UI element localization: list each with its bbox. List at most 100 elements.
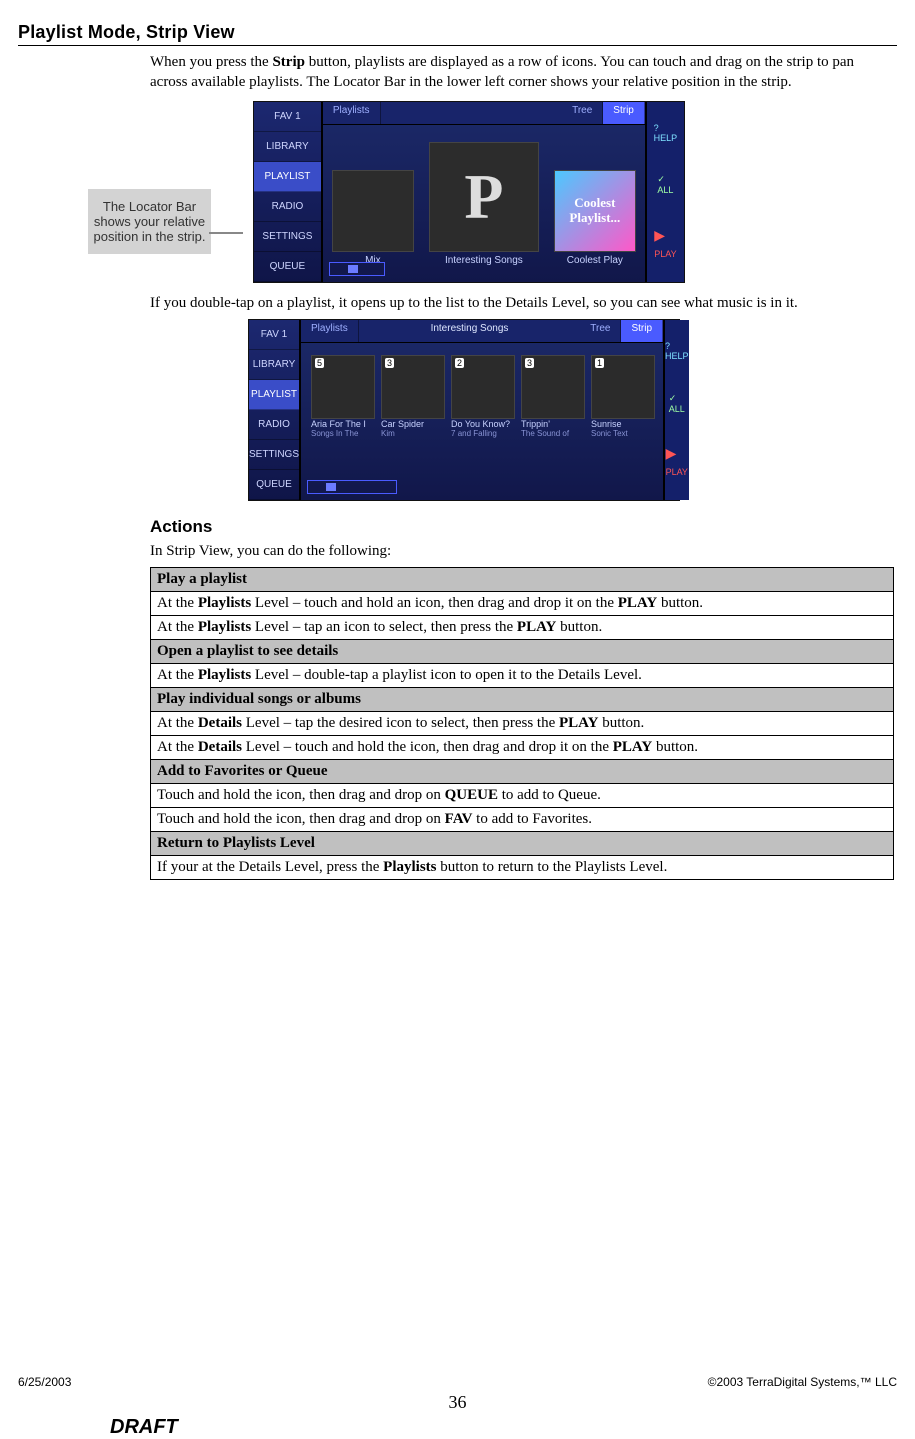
locator-bar	[307, 480, 397, 494]
table-row: Play individual songs or albums	[151, 688, 894, 712]
song-subtitle: Kim	[381, 429, 443, 438]
sidebar-item-library[interactable]: LIBRARY	[254, 132, 321, 162]
song-tile[interactable]: 1SunriseSonic Text	[591, 355, 653, 438]
sidebar-item-radio[interactable]: RADIO	[249, 410, 299, 440]
table-row: Return to Playlists Level	[151, 832, 894, 856]
topbar: Playlists Interesting Songs Tree Strip	[301, 320, 663, 343]
locator-bar	[329, 262, 385, 276]
track-number-badge: 5	[315, 358, 324, 368]
song-subtitle: The Sound of	[521, 429, 583, 438]
song-tile[interactable]: 3Trippin'The Sound of	[521, 355, 583, 438]
strip-word: Strip	[272, 54, 305, 70]
song-subtitle: Sonic Text	[591, 429, 653, 438]
action-cell: If your at the Details Level, press the …	[151, 856, 894, 880]
song-title: Aria For The I	[311, 419, 373, 429]
intro-paragraph: When you press the Strip button, playlis…	[150, 52, 891, 93]
play-button[interactable]: ▶PLAY	[666, 445, 688, 478]
topbar-title: Interesting Songs	[359, 320, 581, 342]
footer-copyright: ©2003 TerraDigital Systems,™ LLC	[708, 1375, 897, 1389]
sidebar-item-radio[interactable]: RADIO	[254, 192, 321, 222]
song-subtitle: 7 and Falling	[451, 429, 513, 438]
details-strip[interactable]: 5Aria For The ISongs In The3Car SpiderKi…	[301, 343, 663, 500]
table-row: At the Playlists Level – touch and hold …	[151, 592, 894, 616]
song-tile[interactable]: 2 Do You Know?7 and Falling	[451, 355, 513, 438]
sidebar-item-playlist[interactable]: PLAYLIST	[249, 380, 299, 410]
song-tile[interactable]: 3 Car SpiderKim	[381, 355, 443, 438]
page-title: Playlist Mode, Strip View	[18, 22, 897, 46]
playlist-label: Interesting Songs	[445, 255, 523, 266]
action-cell: At the Details Level – tap the desired i…	[151, 712, 894, 736]
song-title: Sunrise	[591, 419, 653, 429]
playlist-tile[interactable]: Mix	[333, 170, 413, 266]
playlist-cover	[332, 170, 414, 252]
song-tile[interactable]: 5Aria For The ISongs In The	[311, 355, 373, 438]
sidebar-item-settings[interactable]: SETTINGS	[254, 222, 321, 252]
sidebar-item-queue[interactable]: QUEUE	[254, 252, 321, 282]
song-title: Trippin'	[521, 419, 583, 429]
tree-button[interactable]: Tree	[580, 320, 621, 342]
strip-button[interactable]: Strip	[603, 102, 645, 124]
group-header: Play individual songs or albums	[151, 688, 894, 712]
action-cell: At the Playlists Level – double-tap a pl…	[151, 664, 894, 688]
table-row: Touch and hold the icon, then drag and d…	[151, 784, 894, 808]
song-cover: 3	[521, 355, 585, 419]
page-number: 36	[0, 1392, 915, 1413]
help-button[interactable]: ?HELP	[665, 341, 689, 361]
text: When you press the	[150, 54, 272, 70]
song-title: Car Spider	[381, 419, 443, 429]
sidebar-item-library[interactable]: LIBRARY	[249, 350, 299, 380]
playlist-tile[interactable]: Coolest Playlist... Coolest Play	[555, 170, 635, 266]
table-row: At the Playlists Level – tap an icon to …	[151, 616, 894, 640]
strip-button[interactable]: Strip	[621, 320, 663, 342]
sidebar-item-fav-1[interactable]: FAV 1	[254, 102, 321, 132]
playlist-label: Coolest Play	[567, 255, 623, 266]
help-button[interactable]: ?HELP	[654, 123, 678, 143]
table-row: At the Details Level – touch and hold th…	[151, 736, 894, 760]
action-cell: At the Details Level – touch and hold th…	[151, 736, 894, 760]
sidebar: FAV 1LIBRARYPLAYLISTRADIOSETTINGSQUEUE	[254, 102, 323, 282]
action-cell: Touch and hold the icon, then drag and d…	[151, 784, 894, 808]
action-cell: At the Playlists Level – tap an icon to …	[151, 616, 894, 640]
all-button[interactable]: ✓ALL	[669, 393, 685, 414]
rightbar: ?HELP ✓ALL ▶PLAY	[663, 320, 689, 500]
tree-button[interactable]: Tree	[562, 102, 603, 124]
song-title: Do You Know?	[451, 419, 513, 429]
sidebar-item-playlist[interactable]: PLAYLIST	[254, 162, 321, 192]
table-row: If your at the Details Level, press the …	[151, 856, 894, 880]
table-row: At the Details Level – tap the desired i…	[151, 712, 894, 736]
screenshot-1: FAV 1LIBRARYPLAYLISTRADIOSETTINGSQUEUE P…	[253, 101, 685, 283]
sidebar-item-fav-1[interactable]: FAV 1	[249, 320, 299, 350]
sidebar-item-settings[interactable]: SETTINGS	[249, 440, 299, 470]
song-cover: 2	[451, 355, 515, 419]
actions-heading: Actions	[150, 517, 897, 537]
group-header: Open a playlist to see details	[151, 640, 894, 664]
locator-callout: The Locator Bar shows your relative posi…	[88, 189, 211, 254]
track-number-badge: 2	[455, 358, 464, 368]
rightbar: ?HELP ✓ALL ▶PLAY	[645, 102, 684, 282]
play-button[interactable]: ▶PLAY	[654, 227, 676, 260]
track-number-badge: 3	[385, 358, 394, 368]
footer-date: 6/25/2003	[18, 1375, 71, 1389]
table-row: At the Playlists Level – double-tap a pl…	[151, 664, 894, 688]
all-button[interactable]: ✓ALL	[657, 174, 673, 195]
sidebar-item-queue[interactable]: QUEUE	[249, 470, 299, 500]
playlist-cover: Coolest Playlist...	[554, 170, 636, 252]
table-row: Open a playlist to see details	[151, 640, 894, 664]
footer: 6/25/2003 ©2003 TerraDigital Systems,™ L…	[18, 1375, 897, 1389]
playlists-button[interactable]: Playlists	[323, 102, 381, 124]
sidebar: FAV 1LIBRARYPLAYLISTRADIOSETTINGSQUEUE	[249, 320, 301, 500]
song-cover: 1	[591, 355, 655, 419]
playlist-tile[interactable]: P Interesting Songs	[429, 142, 539, 266]
song-cover: 3	[381, 355, 445, 419]
strip-view[interactable]: MixP Interesting Songs Coolest Playlist...…	[323, 125, 645, 282]
screenshot-1-row: The Locator Bar shows your relative posi…	[18, 101, 897, 283]
playlists-button[interactable]: Playlists	[301, 320, 359, 342]
actions-table: Play a playlistAt the Playlists Level – …	[150, 567, 894, 880]
group-header: Add to Favorites or Queue	[151, 760, 894, 784]
group-header: Return to Playlists Level	[151, 832, 894, 856]
table-row: Touch and hold the icon, then drag and d…	[151, 808, 894, 832]
para-2: If you double-tap on a playlist, it open…	[150, 293, 891, 313]
table-row: Add to Favorites or Queue	[151, 760, 894, 784]
table-row: Play a playlist	[151, 568, 894, 592]
playlist-cover: P	[429, 142, 539, 252]
